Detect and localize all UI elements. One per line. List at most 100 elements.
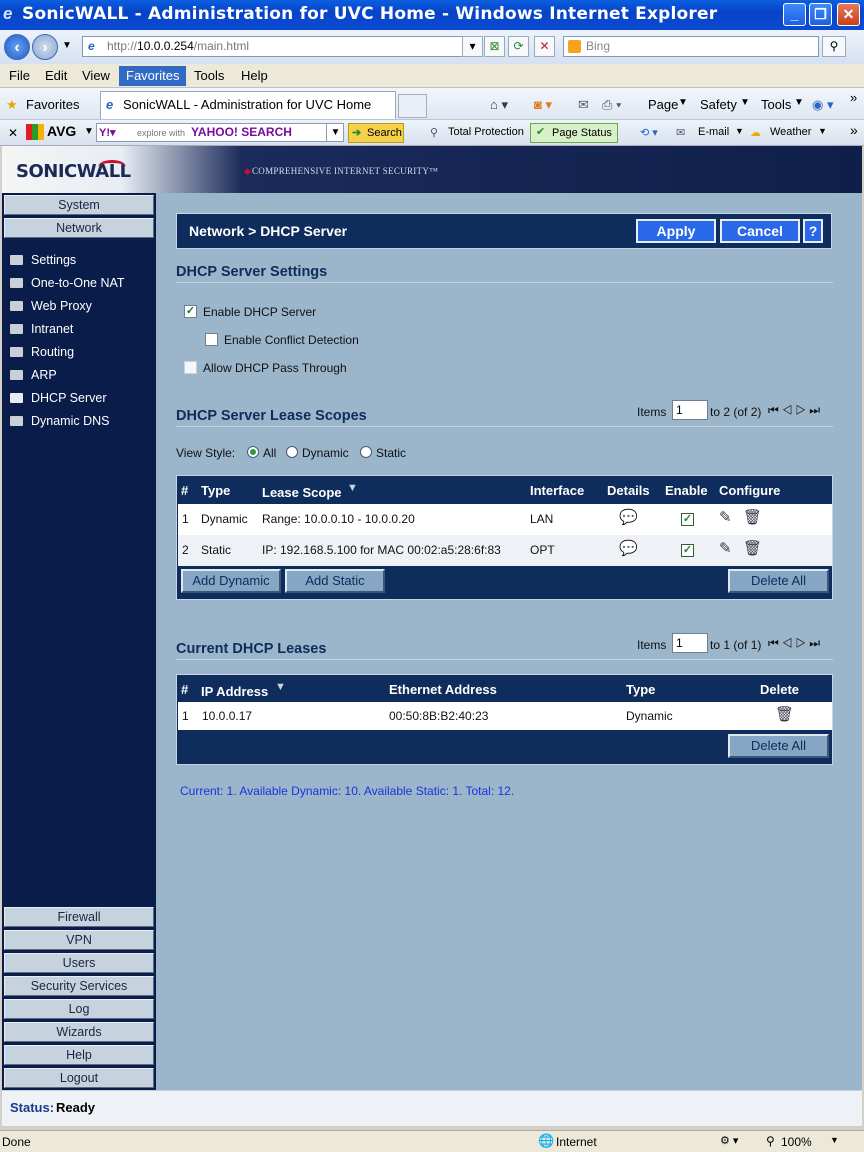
menu-edit[interactable]: Edit [45,68,67,83]
toolbar-chevron-icon[interactable]: » [850,122,858,138]
col-lease-scope[interactable]: Lease Scope [262,485,342,500]
sidebar-item-arp[interactable]: ARP [10,368,57,382]
feeds-icon[interactable]: ◙ ▾ [534,97,552,113]
row-mac: 00:50:8B:B2:40:23 [389,709,489,723]
menu-help[interactable]: Help [241,68,268,83]
configure-icon[interactable]: ✎ [719,508,732,526]
sidebar-system[interactable]: System [4,195,154,215]
sidebar-help[interactable]: Help [4,1045,154,1065]
sidebar-firewall[interactable]: Firewall [4,907,154,927]
sidebar-users[interactable]: Users [4,953,154,973]
url-field[interactable]: e http://10.0.0.254/main.html [82,36,478,57]
sidebar-item-label: DHCP Server [31,391,107,405]
sidebar-logout[interactable]: Logout [4,1068,154,1088]
menu-tools[interactable]: Tools [194,68,224,83]
view-dynamic-radio[interactable] [286,446,298,458]
sidebar-item-dhcp-server[interactable]: DHCP Server [10,391,106,405]
enable-checkbox[interactable]: ✓ [681,544,694,557]
yahoo-search-box[interactable]: Y!▾ explore with YAHOO! SEARCH [96,123,344,142]
new-tab-button[interactable] [398,94,427,118]
view-style-label: View Style: [176,446,236,460]
help-icon[interactable]: ◉ ▾ [812,97,833,113]
apply-button[interactable]: Apply [636,219,716,243]
avg-dropdown-icon[interactable]: ▼ [84,126,94,137]
items-input[interactable]: 1 [672,400,708,420]
trash-icon[interactable]: 🗑 [743,539,762,557]
total-protection-button[interactable]: Total Protection [448,126,524,138]
pagination-icons[interactable]: ⏮◁▷⏭ [768,636,823,651]
safety-menu[interactable]: Safety [700,97,737,112]
forward-button[interactable]: › [32,34,58,60]
yahoo-dropdown-icon[interactable]: ▼ [326,123,344,142]
page-title: Network > DHCP Server [189,223,348,239]
page-menu[interactable]: Page [648,97,678,112]
view-static-radio[interactable] [360,446,372,458]
menu-view[interactable]: View [82,68,110,83]
zoom-level[interactable]: 100% [781,1135,812,1149]
sidebar-vpn[interactable]: VPN [4,930,154,950]
sidebar-item-web-proxy[interactable]: Web Proxy [10,299,92,313]
details-comment-icon[interactable]: 💬 [619,539,638,557]
conflict-detection-checkbox[interactable] [205,333,218,346]
email-button[interactable]: E-mail [698,126,729,138]
chevron-icon[interactable]: » [850,90,857,105]
items-input[interactable]: 1 [672,633,708,653]
protected-mode-icon[interactable]: ⚙ ▾ [720,1134,738,1147]
pagination-icons[interactable]: ⏮◁▷⏭ [768,403,823,418]
refresh-arrows-icon[interactable]: ⟲ ▾ [640,126,658,139]
cancel-button[interactable]: Cancel [720,219,800,243]
details-comment-icon[interactable]: 💬 [619,508,638,526]
configure-icon[interactable]: ✎ [719,539,732,557]
sidebar-item-dynamic-dns[interactable]: Dynamic DNS [10,414,110,428]
add-dynamic-button[interactable]: Add Dynamic [181,569,281,593]
toolbar-close-icon[interactable]: ✕ [8,126,18,140]
folder-icon [10,301,23,311]
sort-arrow-icon[interactable]: ▼ [275,681,286,693]
mail-icon[interactable]: ✉ [578,97,589,113]
weather-button[interactable]: Weather [770,126,811,138]
tagline-bullet-icon: ◆ [244,166,251,176]
delete-all-leases-button[interactable]: Delete All [728,734,829,758]
sidebar-item-routing[interactable]: Routing [10,345,74,359]
avg-button[interactable]: AVG [47,123,76,139]
enable-dhcp-checkbox[interactable]: ✓ [184,305,197,318]
trash-icon[interactable]: 🗑 [775,705,794,723]
compat-view-icon[interactable]: ⊠ [484,36,505,57]
delete-all-scopes-button[interactable]: Delete All [728,569,829,593]
view-all-radio[interactable] [247,446,259,458]
page-header: Network > DHCP Server Apply Cancel ? [176,213,832,249]
enable-checkbox[interactable]: ✓ [681,513,694,526]
minimize-button[interactable]: _ [783,3,806,26]
trash-icon[interactable]: 🗑 [743,508,762,526]
menu-file[interactable]: File [9,68,30,83]
tools-menu[interactable]: Tools [761,97,791,112]
sidebar-item-settings[interactable]: Settings [10,253,76,267]
menu-favorites[interactable]: Favorites [119,66,187,86]
sort-arrow-icon[interactable]: ▼ [347,482,358,494]
history-dropdown-icon[interactable]: ▼ [62,40,72,51]
sidebar-network[interactable]: Network [4,218,154,238]
add-static-button[interactable]: Add Static [285,569,385,593]
sidebar-wizards[interactable]: Wizards [4,1022,154,1042]
close-button[interactable]: ✕ [837,3,860,26]
search-icon[interactable]: ⚲ [822,36,846,57]
search-input[interactable]: Bing [563,36,819,57]
url-dropdown-button[interactable]: ▾ [462,36,483,57]
favorites-button[interactable]: Favorites [26,97,79,112]
col-ip-address[interactable]: IP Address [201,684,268,699]
pass-through-checkbox[interactable] [184,361,197,374]
home-icon[interactable]: ⌂ ▾ [490,97,508,113]
back-button[interactable]: ‹ [4,34,30,60]
sonicwall-tagline: COMPREHENSIVE INTERNET SECURITY™ [252,166,439,176]
sidebar-item-nat[interactable]: One-to-One NAT [10,276,125,290]
browser-tab[interactable]: e SonicWALL - Administration for UVC Home [100,91,396,119]
sidebar-log[interactable]: Log [4,999,154,1019]
refresh-icon[interactable]: ⟳ [508,36,529,57]
help-button[interactable]: ? [803,219,823,243]
print-icon[interactable]: ⎙ ▾ [602,97,621,113]
sidebar-item-intranet[interactable]: Intranet [10,322,73,336]
zoom-dropdown-icon[interactable]: ▼ [830,1135,839,1145]
maximize-button[interactable]: ❐ [809,3,832,26]
sidebar-security-services[interactable]: Security Services [4,976,154,996]
stop-icon[interactable]: ✕ [534,36,555,57]
